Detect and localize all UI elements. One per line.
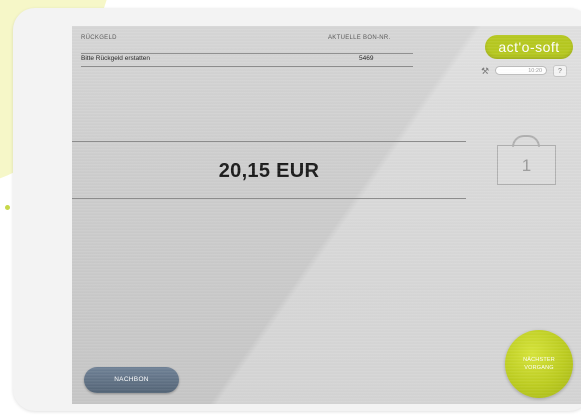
nachbon-button[interactable]: NACHBON bbox=[84, 367, 179, 393]
item-count-box: 1 bbox=[497, 145, 556, 185]
change-amount: 20,15 EUR bbox=[218, 160, 320, 182]
wrench-icon[interactable]: ⚒ bbox=[481, 66, 493, 76]
row-divider-bottom bbox=[81, 66, 413, 67]
amount-divider-top bbox=[72, 141, 466, 142]
next-button-label-line2: VORGANG bbox=[524, 365, 554, 371]
bon-number: 5469 bbox=[359, 55, 374, 62]
brand-logo: act'o-soft bbox=[485, 35, 573, 59]
settings-field[interactable]: 10:20 bbox=[495, 66, 547, 75]
next-transaction-button[interactable]: NÄCHSTER VORGANG bbox=[505, 330, 573, 398]
change-header-label: RÜCKGELD bbox=[81, 35, 117, 41]
decorative-dot bbox=[5, 205, 10, 210]
amount-divider-bottom bbox=[72, 198, 466, 199]
help-button[interactable]: ? bbox=[553, 65, 567, 77]
bon-number-header-label: AKTUELLE BON-NR. bbox=[328, 35, 391, 41]
next-button-label-line1: NÄCHSTER bbox=[523, 357, 555, 363]
row-divider-top bbox=[81, 53, 413, 54]
pos-screen: RÜCKGELD AKTUELLE BON-NR. Bitte Rückgeld… bbox=[72, 26, 581, 404]
change-message: Bitte Rückgeld erstatten bbox=[81, 55, 151, 62]
